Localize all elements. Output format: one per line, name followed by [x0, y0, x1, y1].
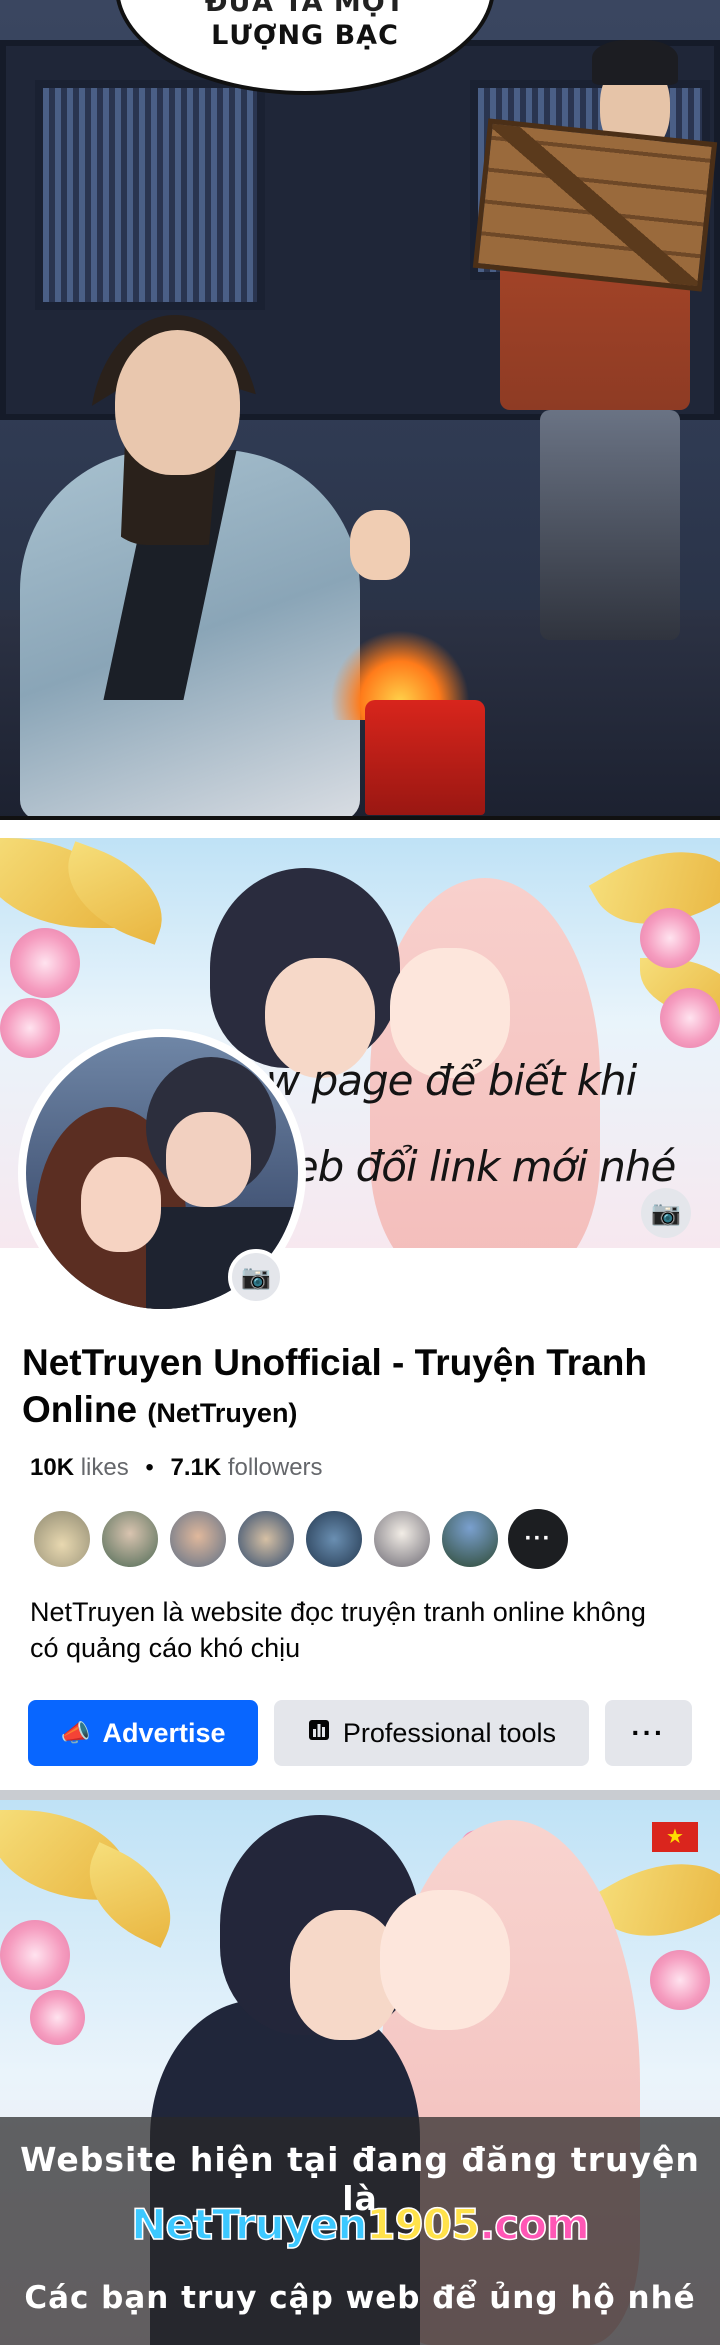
servant-character	[472, 40, 720, 640]
separator-dot: •	[145, 1454, 154, 1481]
site-name-part-2: 1905	[366, 2199, 481, 2250]
follower-avatars: ···	[32, 1509, 568, 1569]
comic-panel: ĐƯA TA MỘT LƯỢNG BẠC	[0, 0, 720, 820]
follower-avatar[interactable]	[304, 1509, 364, 1569]
site-name-part-1: NetTruyen	[130, 2199, 368, 2250]
vietnam-flag-icon: ★	[652, 1822, 698, 1852]
banner-line-3: Các bạn truy cập web để ủng hộ nhé	[24, 2280, 696, 2316]
promo-banner: ★ Website hiện tại đang đăng truyện là N…	[0, 1800, 720, 2345]
page-name: NetTruyen Unofficial - Truyện Tranh Onli…	[22, 1342, 647, 1430]
followers-label: followers	[227, 1454, 323, 1481]
likes-count: 10K	[30, 1454, 75, 1481]
site-name-part-3: .com	[479, 2199, 591, 2250]
speech-line-1: ĐƯA TA MỘT	[204, 0, 406, 18]
banner-site-link[interactable]: NetTruyen1905.com	[0, 2199, 720, 2250]
follower-avatar[interactable]	[32, 1509, 92, 1569]
follower-avatar[interactable]	[372, 1509, 432, 1569]
wooden-crate	[472, 118, 718, 292]
brazier	[365, 700, 485, 815]
professional-tools-label: Professional tools	[342, 1717, 556, 1748]
professional-tools-button[interactable]: Professional tools	[274, 1700, 589, 1766]
bar-chart-icon	[307, 1718, 331, 1749]
likes-label: likes	[80, 1454, 129, 1481]
followers-count: 7.1K	[170, 1454, 222, 1481]
follower-avatar[interactable]	[168, 1509, 228, 1569]
megaphone-icon: 📣	[60, 1719, 91, 1747]
camera-icon[interactable]: 📷	[641, 1188, 691, 1238]
page-title: NetTruyen Unofficial - Truyện Tranh Onli…	[22, 1339, 682, 1437]
action-bar: 📣 Advertise Professional tools ···	[28, 1700, 692, 1766]
page-stats: 10K likes • 7.1K followers	[30, 1454, 323, 1482]
advertise-button[interactable]: 📣 Advertise	[28, 1700, 259, 1766]
advertise-label: Advertise	[102, 1717, 226, 1748]
window-left	[35, 80, 265, 310]
follower-avatar[interactable]	[236, 1509, 296, 1569]
page-handle: (NetTruyen)	[147, 1398, 298, 1428]
follower-avatar[interactable]	[100, 1509, 160, 1569]
avatar-camera-icon[interactable]: 📷	[228, 1249, 284, 1305]
page-bio: NetTruyen là website đọc truyện tranh on…	[30, 1597, 646, 1663]
more-followers-button[interactable]: ···	[508, 1509, 568, 1569]
facebook-page-card: Follow page để biết khi nào web đổi link…	[0, 824, 720, 1790]
follower-avatar[interactable]	[440, 1509, 500, 1569]
young-man-character	[20, 315, 410, 816]
speech-line-2: LƯỢNG BẠC	[211, 20, 399, 52]
section-divider	[0, 1790, 720, 1800]
more-options-button[interactable]: ···	[604, 1700, 692, 1766]
